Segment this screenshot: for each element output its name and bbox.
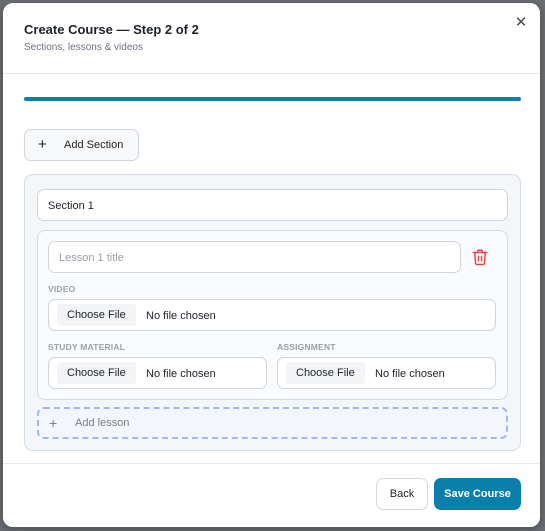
plus-icon: + xyxy=(38,136,47,153)
assignment-file-status: No file chosen xyxy=(375,368,445,380)
video-file-input[interactable]: Choose File No file chosen xyxy=(48,299,496,331)
video-choose-file-button[interactable]: Choose File xyxy=(57,304,136,326)
section-name-value: Section 1 xyxy=(48,200,94,212)
add-section-label: Add Section xyxy=(64,139,124,151)
plus-icon: + xyxy=(49,415,58,431)
dialog-subtitle: Sections, lessons & videos xyxy=(24,42,143,53)
dialog-header: Create Course — Step 2 of 2 Sections, le… xyxy=(3,3,540,74)
study-material-file-input[interactable]: Choose File No file chosen xyxy=(48,357,267,389)
section-card: Section 1 Lesson 1 title VIDEO Choose Fi… xyxy=(24,174,521,451)
dialog-title: Create Course — Step 2 of 2 xyxy=(24,22,199,37)
lesson-card: Lesson 1 title VIDEO Choose File No file… xyxy=(37,230,508,400)
assignment-file-input[interactable]: Choose File No file chosen xyxy=(277,357,496,389)
dialog-body: + Add Section Section 1 Lesson 1 title V… xyxy=(3,74,540,463)
study-material-label: STUDY MATERIAL xyxy=(48,342,126,352)
lesson-title-placeholder: Lesson 1 title xyxy=(59,252,124,264)
add-section-button[interactable]: + Add Section xyxy=(24,129,139,161)
video-label: VIDEO xyxy=(48,284,76,294)
section-name-input[interactable]: Section 1 xyxy=(37,189,508,221)
assignment-choose-file-button[interactable]: Choose File xyxy=(286,362,365,384)
video-file-status: No file chosen xyxy=(146,310,216,322)
trash-icon[interactable] xyxy=(471,248,489,266)
create-course-dialog: Create Course — Step 2 of 2 Sections, le… xyxy=(3,3,540,527)
step-progress-bar xyxy=(24,97,521,101)
study-material-file-status: No file chosen xyxy=(146,368,216,380)
add-lesson-label: Add lesson xyxy=(75,417,130,429)
lesson-title-input[interactable]: Lesson 1 title xyxy=(48,241,461,273)
close-icon[interactable]: ✕ xyxy=(511,13,531,33)
save-course-button[interactable]: Save Course xyxy=(434,478,521,510)
add-lesson-button[interactable]: + Add lesson xyxy=(37,407,508,439)
assignment-label: ASSIGNMENT xyxy=(277,342,336,352)
study-material-choose-file-button[interactable]: Choose File xyxy=(57,362,136,384)
dialog-footer: Back Save Course xyxy=(3,463,540,527)
back-button[interactable]: Back xyxy=(376,478,428,510)
